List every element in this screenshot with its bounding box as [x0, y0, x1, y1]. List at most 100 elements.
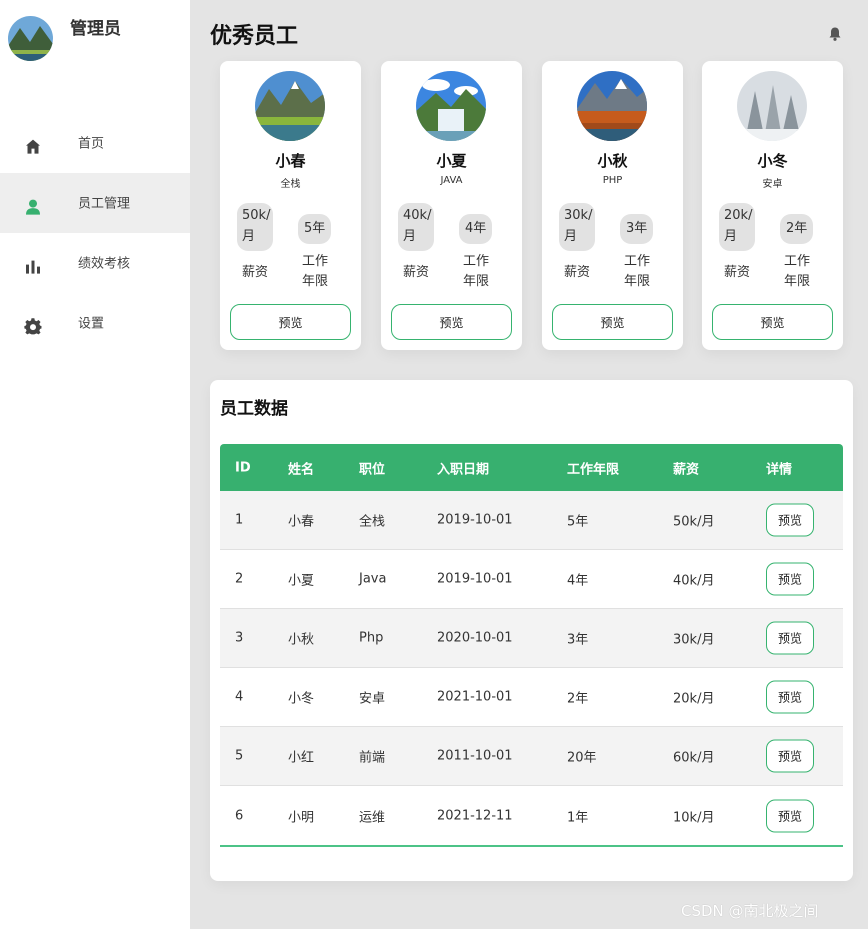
- header-role: 职位: [359, 462, 386, 477]
- bell-icon[interactable]: [827, 26, 843, 42]
- sidebar-nav: 首页 员工管理 绩效考核 设置: [0, 113, 190, 353]
- employee-card: 小夏 JAVA 40k/月 4年 薪资 工作年限 预览: [381, 61, 522, 350]
- row-preview-button[interactable]: 预览: [766, 799, 814, 832]
- salary-badge: 50k/月: [237, 203, 273, 251]
- sidebar-item-settings[interactable]: 设置: [0, 293, 190, 353]
- cell-date: 2021-10-01: [437, 689, 513, 705]
- header-details: 详情: [766, 462, 793, 477]
- watermark: CSDN @南北极之间: [681, 902, 819, 920]
- row-preview-button[interactable]: 预览: [766, 739, 814, 773]
- employee-card: 小秋 PHP 30k/月 3年 薪资 工作年限 预览: [542, 61, 683, 350]
- cell-salary: 20k/月: [673, 691, 715, 707]
- salary-label: 薪资: [723, 265, 750, 280]
- employee-avatar: [416, 71, 486, 141]
- cell-role: 安卓: [359, 691, 386, 707]
- years-label: 工作年限: [783, 254, 810, 289]
- header-name: 姓名: [288, 462, 315, 477]
- years-badge: 4年: [459, 214, 493, 244]
- cell-name: 小红: [288, 750, 315, 766]
- employee-name: 小春: [275, 152, 306, 170]
- cell-id: 3: [235, 630, 244, 646]
- employee-card: 小冬 安卓 20k/月 2年 薪资 工作年限 预览: [702, 61, 843, 350]
- table-row: 4 小冬 安卓 2021-10-01 2年 20k/月 预览: [220, 668, 843, 727]
- cell-name: 小明: [288, 810, 315, 825]
- cell-name: 小夏: [288, 573, 315, 589]
- row-preview-button[interactable]: 预览: [766, 621, 814, 655]
- sidebar-item-home[interactable]: 首页: [0, 113, 190, 173]
- years-badge: 5年: [298, 214, 332, 244]
- preview-button[interactable]: 预览: [230, 304, 351, 340]
- sidebar: 管理员 首页 员工管理 绩效考核 设置: [0, 0, 190, 929]
- user-icon: [24, 198, 42, 216]
- salary-label: 薪资: [241, 265, 268, 280]
- cell-salary: 40k/月: [673, 573, 715, 589]
- cell-name: 小秋: [288, 632, 315, 648]
- header-salary: 薪资: [673, 462, 700, 477]
- cell-date: 2021-12-11: [437, 808, 513, 823]
- cell-role: 运维: [359, 810, 386, 825]
- employee-avatar: [255, 71, 325, 141]
- employee-name: 小冬: [757, 152, 788, 170]
- preview-button[interactable]: 预览: [712, 304, 833, 340]
- sidebar-item-performance[interactable]: 绩效考核: [0, 233, 190, 293]
- table-row: 5 小红 前端 2011-10-01 20年 60k/月 预览: [220, 727, 843, 786]
- sidebar-item-label: 绩效考核: [78, 256, 131, 272]
- cell-years: 2年: [567, 691, 589, 707]
- preview-button[interactable]: 预览: [391, 304, 512, 340]
- cell-salary: 60k/月: [673, 750, 715, 766]
- row-preview-button[interactable]: 预览: [766, 503, 814, 537]
- years-label: 工作年限: [462, 254, 489, 289]
- years-badge: 3年: [620, 214, 654, 244]
- cell-salary: 50k/月: [673, 514, 715, 530]
- salary-label: 薪资: [563, 265, 590, 280]
- employee-avatar: [737, 71, 807, 141]
- salary-badge: 30k/月: [559, 203, 595, 251]
- cell-date: 2019-10-01: [437, 571, 513, 587]
- header-id: ID: [235, 460, 251, 475]
- sidebar-item-employees[interactable]: 员工管理: [0, 173, 190, 233]
- cell-date: 2020-10-01: [437, 630, 513, 646]
- employee-data-panel: 员工数据 ID 姓名 职位 入职日期 工作年限 薪资 详情 1 小春 全栈 20…: [210, 380, 853, 881]
- table-header: ID 姓名 职位 入职日期 工作年限 薪资 详情: [220, 444, 843, 491]
- employee-role: 全栈: [280, 179, 301, 190]
- employee-table: ID 姓名 职位 入职日期 工作年限 薪资 详情 1 小春 全栈 2019-10…: [220, 444, 843, 847]
- cell-id: 2: [235, 571, 244, 587]
- admin-avatar[interactable]: [8, 16, 53, 61]
- table-row: 2 小夏 Java 2019-10-01 4年 40k/月 预览: [220, 550, 843, 609]
- cell-years: 3年: [567, 632, 589, 648]
- employee-card: 小春 全栈 50k/月 5年 薪资 工作年限 预览: [220, 61, 361, 350]
- cell-role: Java: [359, 571, 387, 587]
- row-preview-button[interactable]: 预览: [766, 562, 814, 596]
- sidebar-item-label: 设置: [78, 316, 105, 332]
- cell-id: 6: [235, 808, 244, 823]
- cell-role: Php: [359, 630, 384, 646]
- cell-years: 4年: [567, 573, 589, 589]
- gear-icon: [24, 318, 42, 336]
- row-preview-button[interactable]: 预览: [766, 680, 814, 714]
- cell-date: 2019-10-01: [437, 512, 513, 528]
- header-date: 入职日期: [437, 462, 490, 477]
- salary-badge: 20k/月: [719, 203, 755, 251]
- years-badge: 2年: [780, 214, 814, 244]
- employee-name: 小夏: [436, 152, 467, 170]
- panel-title: 员工数据: [220, 399, 288, 419]
- cell-id: 5: [235, 748, 244, 764]
- sidebar-item-label: 首页: [78, 136, 105, 152]
- profile: [8, 16, 53, 61]
- cell-years: 1年: [567, 810, 589, 825]
- salary-badge: 40k/月: [398, 203, 434, 251]
- landscape-avatar-image: [8, 16, 53, 61]
- sidebar-item-label: 员工管理: [78, 196, 131, 212]
- years-label: 工作年限: [301, 254, 328, 289]
- page-title: 优秀员工: [210, 24, 299, 49]
- cell-id: 1: [235, 512, 244, 528]
- cell-salary: 10k/月: [673, 810, 715, 825]
- cell-years: 20年: [567, 750, 597, 766]
- employee-avatar: [577, 71, 647, 141]
- preview-button[interactable]: 预览: [552, 304, 673, 340]
- table-row: 6 小明 运维 2021-12-11 1年 10k/月 预览: [220, 786, 843, 845]
- admin-name: 管理员: [70, 19, 121, 39]
- cell-role: 全栈: [359, 514, 386, 530]
- home-icon: [24, 138, 42, 156]
- employee-name: 小秋: [597, 152, 628, 170]
